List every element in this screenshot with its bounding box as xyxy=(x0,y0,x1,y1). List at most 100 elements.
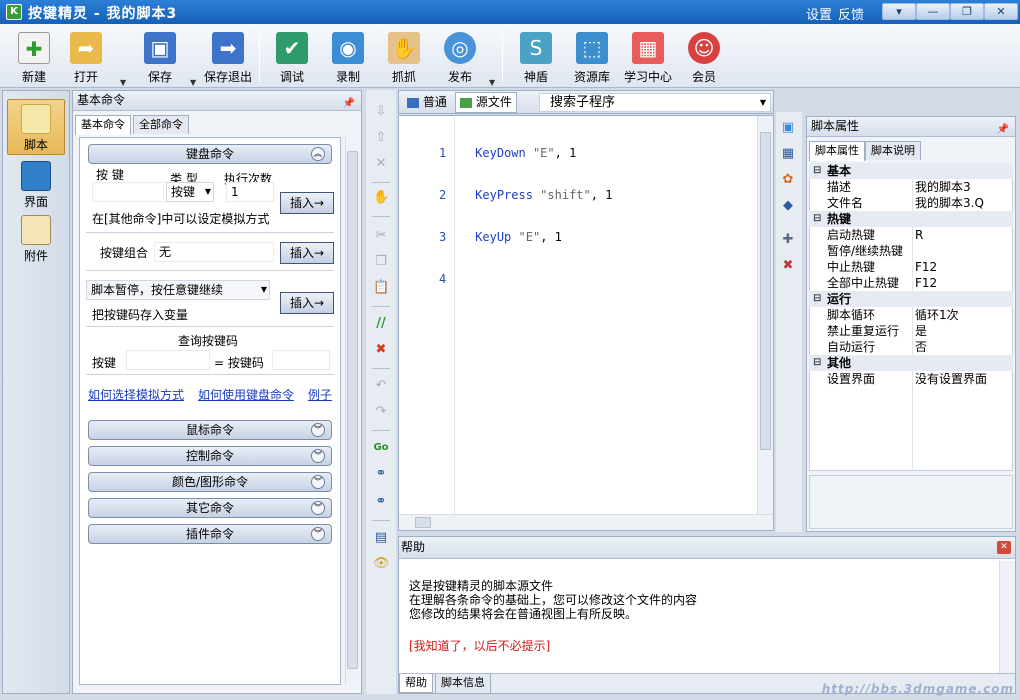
tab-help[interactable]: 帮助 xyxy=(399,674,433,693)
tab-script-info[interactable]: 脚本信息 xyxy=(435,674,491,693)
open-dropdown-icon[interactable]: ▼ xyxy=(120,78,126,87)
tab-script-description[interactable]: 脚本说明 xyxy=(865,141,921,160)
property-category[interactable]: ⊟ 热键 xyxy=(809,211,1013,227)
properties-icon[interactable]: ▣ xyxy=(780,120,796,136)
property-row[interactable]: 自动运行 否 xyxy=(809,339,1013,355)
expand-chevron-icon[interactable]: ︾ xyxy=(311,449,325,463)
move-up-icon[interactable]: ⇧ xyxy=(373,130,389,146)
command-list-scrollbar[interactable] xyxy=(345,137,359,685)
scrollbar-thumb[interactable] xyxy=(415,517,431,528)
insert-pause-button[interactable]: 插入→ xyxy=(280,292,334,314)
record-button[interactable]: ◉ 录制 xyxy=(318,30,378,86)
property-value[interactable]: 我的脚本3.Q xyxy=(915,195,984,211)
insert-combo-button[interactable]: 插入→ xyxy=(280,242,334,264)
save-button[interactable]: ▣ 保存 xyxy=(130,30,190,86)
count-input[interactable]: 1 xyxy=(226,182,274,202)
property-value[interactable]: 否 xyxy=(915,339,927,355)
keyboard-command-group[interactable]: 键盘命令 ︽ xyxy=(88,144,332,164)
save-exit-button[interactable]: ➡ 保存退出 xyxy=(198,30,258,86)
comment-icon[interactable]: // xyxy=(373,316,389,332)
collapse-toggle-icon[interactable]: ⊟ xyxy=(813,163,821,179)
copy-icon[interactable]: ❐ xyxy=(373,254,389,270)
property-row[interactable]: 禁止重复运行 是 xyxy=(809,323,1013,339)
maximize-button[interactable]: ❐ xyxy=(950,3,984,20)
query-key-input[interactable] xyxy=(126,350,210,370)
publish-dropdown-icon[interactable]: ▼ xyxy=(489,78,495,87)
dismiss-hint-link[interactable]: [我知道了，以后不必提示] xyxy=(409,637,550,654)
tab-all-commands[interactable]: 全部命令 xyxy=(133,115,189,134)
paste-icon[interactable]: 📋 xyxy=(373,280,389,296)
new-button[interactable]: ✚ 新建 xyxy=(4,30,64,86)
save-dropdown-icon[interactable]: ▼ xyxy=(190,78,196,87)
feedback-link[interactable]: 反馈 xyxy=(838,4,864,23)
property-value[interactable]: 没有设置界面 xyxy=(915,371,987,387)
property-row[interactable]: 脚本循环 循环1次 xyxy=(809,307,1013,323)
pause-select[interactable]: 脚本暂停，按任意键继续 ▼ xyxy=(86,280,270,300)
undo-icon[interactable]: ↶ xyxy=(373,378,389,394)
redo-icon[interactable]: ↷ xyxy=(373,404,389,420)
property-row[interactable]: 设置界面 没有设置界面 xyxy=(809,371,1013,387)
scrollbar-thumb[interactable] xyxy=(347,151,358,669)
property-category[interactable]: ⊟ 其他 xyxy=(809,355,1013,371)
goto-icon[interactable]: Go xyxy=(373,440,389,456)
tab-source-view[interactable]: 源文件 xyxy=(455,92,517,113)
add-tool-icon[interactable]: ✚ xyxy=(780,232,796,248)
property-value[interactable]: R xyxy=(915,227,923,243)
property-value[interactable]: 是 xyxy=(915,323,927,339)
property-row[interactable]: 文件名 我的脚本3.Q xyxy=(809,195,1013,211)
insert-key-button[interactable]: 插入→ xyxy=(280,192,334,214)
other-command-group[interactable]: 其它命令 ︾ xyxy=(88,498,332,518)
property-value[interactable]: F12 xyxy=(915,259,937,275)
help-scrollbar[interactable] xyxy=(999,561,1015,673)
resource-library-button[interactable]: ⬚ 资源库 xyxy=(562,30,622,86)
type-select[interactable]: 按键 ▼ xyxy=(166,182,214,202)
preview-eye-icon[interactable]: 👁 xyxy=(373,556,390,572)
property-value[interactable]: F12 xyxy=(915,275,937,291)
menu-dropdown-button[interactable]: ▾ xyxy=(882,3,916,20)
debug-button[interactable]: ✔ 调试 xyxy=(262,30,322,86)
property-row[interactable]: 暂停/继续热键 xyxy=(809,243,1013,259)
mouse-command-group[interactable]: 鼠标命令 ︾ xyxy=(88,420,332,440)
property-value[interactable]: 我的脚本3 xyxy=(915,179,971,195)
property-row[interactable]: 中止热键 F12 xyxy=(809,259,1013,275)
cube-icon[interactable]: ◆ xyxy=(780,198,796,214)
source-code-editor[interactable]: 1 KeyDown "E", 1 2 KeyPress "shift", 1 3… xyxy=(398,115,774,531)
move-down-icon[interactable]: ⇩ xyxy=(373,104,389,120)
remove-tool-icon[interactable]: ✖ xyxy=(780,258,796,274)
minimize-button[interactable]: — xyxy=(916,3,950,20)
hand-icon[interactable]: ✋ xyxy=(373,190,389,206)
view-icon[interactable]: ▤ xyxy=(373,530,389,546)
calculator-icon[interactable]: ▦ xyxy=(780,146,796,162)
uncomment-icon[interactable]: ✖ xyxy=(373,342,389,358)
cut-icon[interactable]: ✂ xyxy=(373,228,389,244)
settings-link[interactable]: 设置 xyxy=(806,4,832,23)
delete-icon[interactable]: ✕ xyxy=(373,156,389,172)
collapse-toggle-icon[interactable]: ⊟ xyxy=(813,291,821,307)
link-example[interactable]: 例子 xyxy=(308,386,332,403)
property-row[interactable]: 全部中止热键 F12 xyxy=(809,275,1013,291)
close-icon[interactable]: ✕ xyxy=(997,541,1011,554)
property-row[interactable]: 启动热键 R xyxy=(809,227,1013,243)
tab-basic-commands[interactable]: 基本命令 xyxy=(75,115,131,135)
editor-vertical-scrollbar[interactable] xyxy=(757,116,773,514)
find-icon[interactable]: ⚭ xyxy=(373,466,389,482)
close-button[interactable]: ✕ xyxy=(984,3,1018,20)
property-value[interactable]: 循环1次 xyxy=(915,307,959,323)
key-input[interactable] xyxy=(92,182,164,202)
expand-chevron-icon[interactable]: ︾ xyxy=(311,475,325,489)
property-category[interactable]: ⊟ 运行 xyxy=(809,291,1013,307)
expand-chevron-icon[interactable]: ︾ xyxy=(311,501,325,515)
find-replace-icon[interactable]: ⚭ xyxy=(373,494,389,510)
control-command-group[interactable]: 控制命令 ︾ xyxy=(88,446,332,466)
collapse-toggle-icon[interactable]: ⊟ xyxy=(813,211,821,227)
member-button[interactable]: ☺ 会员 xyxy=(674,30,734,86)
tab-script-properties[interactable]: 脚本属性 xyxy=(809,141,865,161)
capture-button[interactable]: ✋ 抓抓 xyxy=(374,30,434,86)
learning-center-button[interactable]: ▦ 学习中心 xyxy=(618,30,678,86)
color-image-command-group[interactable]: 颜色/图形命令 ︾ xyxy=(88,472,332,492)
open-button[interactable]: ➦ 打开 xyxy=(56,30,116,86)
shield-button[interactable]: S 神盾 xyxy=(506,30,566,86)
palette-icon[interactable]: ✿ xyxy=(780,172,796,188)
plugin-command-group[interactable]: 插件命令 ︾ xyxy=(88,524,332,544)
editor-horizontal-scrollbar[interactable] xyxy=(399,514,773,530)
